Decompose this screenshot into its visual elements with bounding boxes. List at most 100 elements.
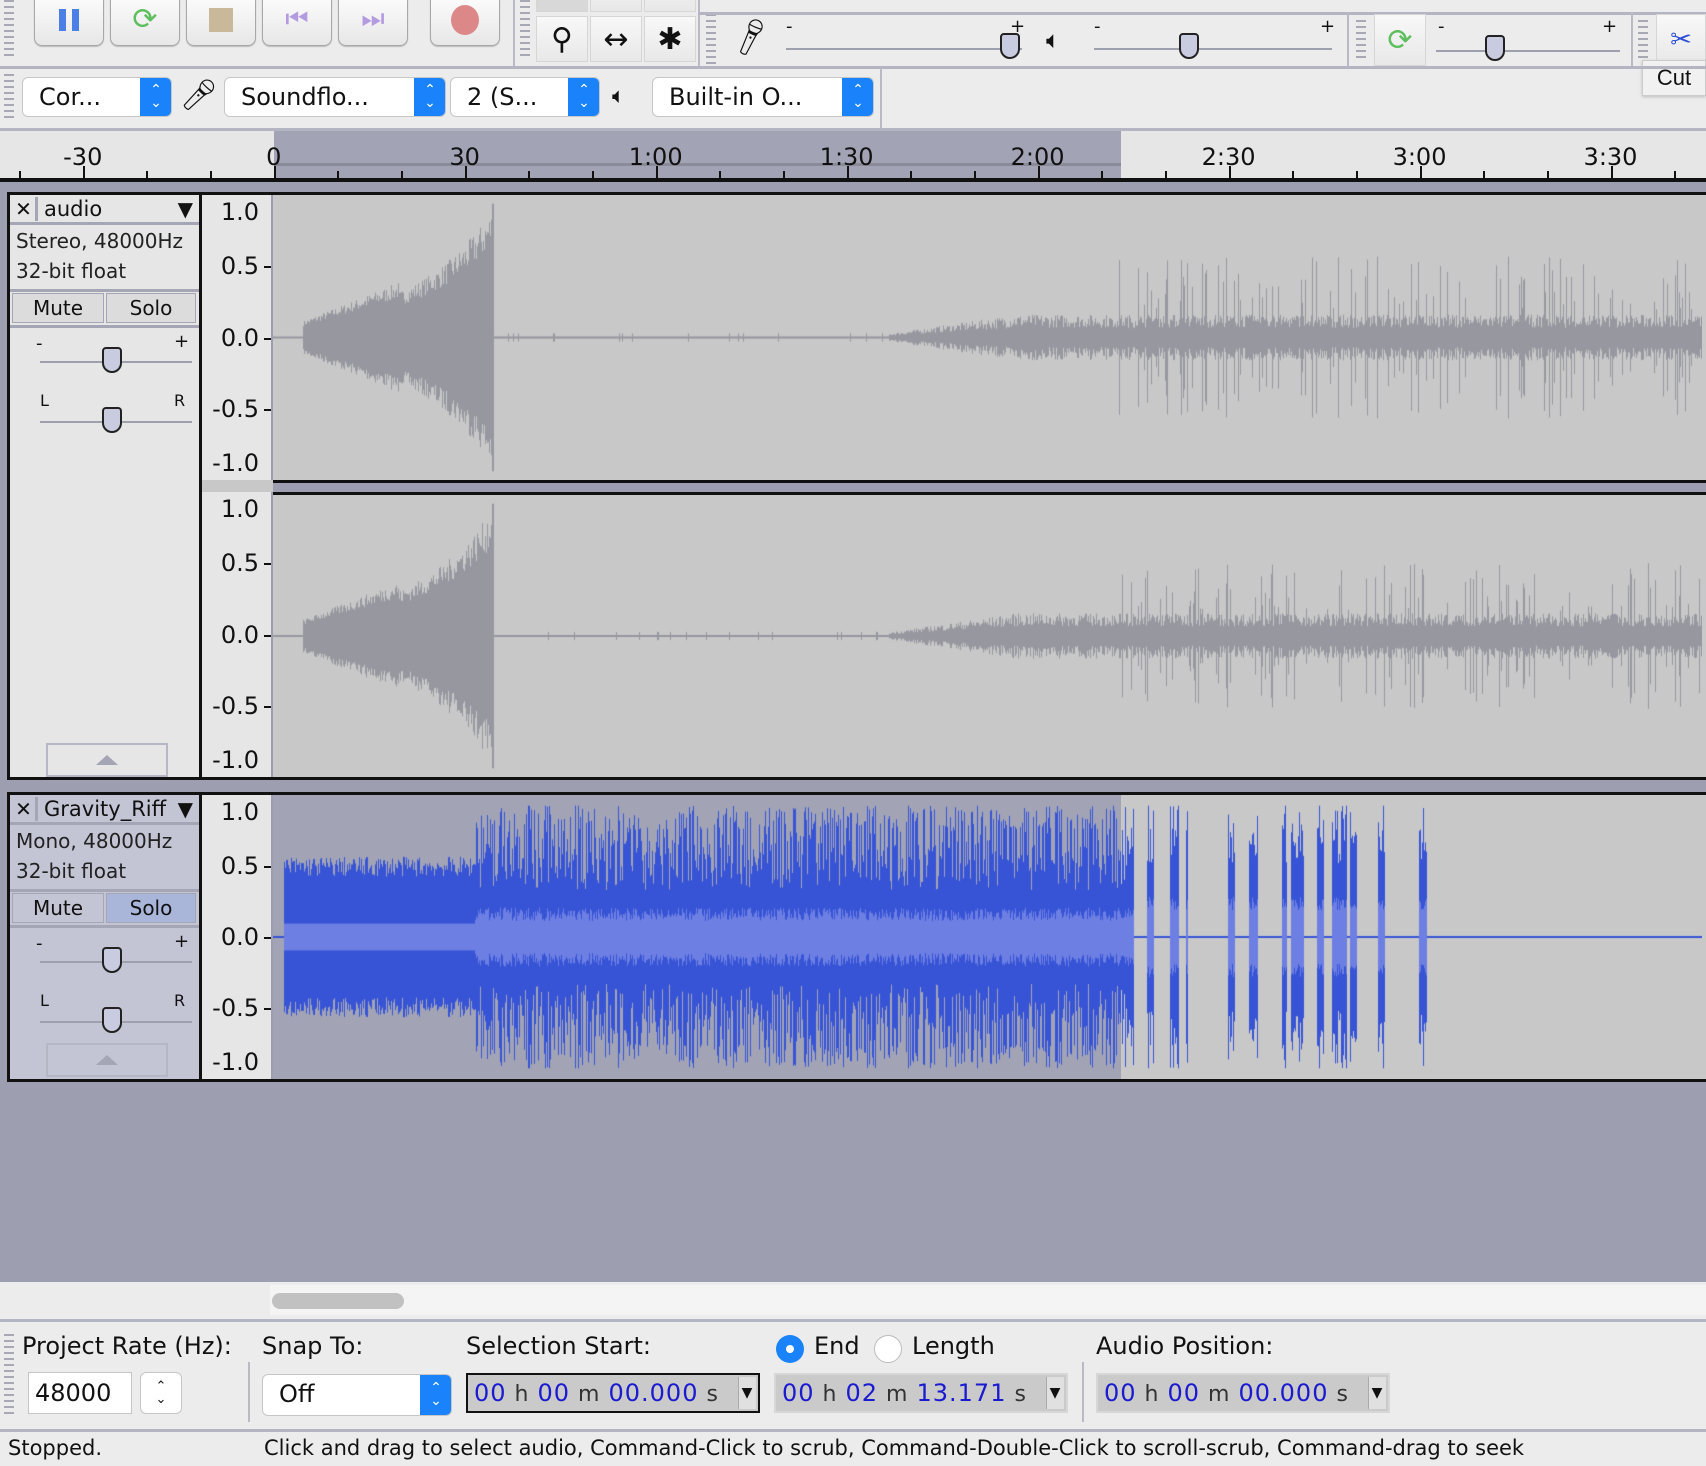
play-speed-thumb[interactable] xyxy=(1484,35,1505,61)
audio-position-field[interactable]: 00 h 00 m 00.000 s ▼ xyxy=(1096,1373,1390,1413)
pan-left-label: L xyxy=(40,991,49,1010)
ruler-tick xyxy=(1419,166,1422,178)
waveform-left-channel[interactable] xyxy=(273,195,1706,480)
horizontal-scrollbar[interactable] xyxy=(0,1283,1706,1319)
gain-slider-thumb[interactable] xyxy=(102,347,122,373)
timeline-ruler[interactable]: -30 0 30 1:00 1:30 2:00 2:30 3:00 3:30 xyxy=(0,128,1706,182)
time-format-dropdown-icon[interactable]: ▼ xyxy=(1046,1377,1064,1409)
record-volume-thumb[interactable] xyxy=(1000,33,1021,59)
loop-icon: ⟳ xyxy=(1387,22,1413,58)
audio-host-select[interactable]: Cor... ⌃ ⌄ xyxy=(22,77,172,117)
divider xyxy=(10,325,199,328)
edit-toolbar-grip[interactable] xyxy=(1638,20,1648,60)
chevron-updown-icon: ⌃ ⌄ xyxy=(140,78,171,116)
gain-plus: + xyxy=(174,331,190,352)
select-tool[interactable] xyxy=(536,0,588,12)
solo-button[interactable]: Solo xyxy=(106,293,196,323)
ruler-tick xyxy=(1292,171,1295,178)
record-icon xyxy=(451,4,479,35)
ruler-tick xyxy=(973,171,976,178)
play-at-speed-button[interactable]: ⟳ xyxy=(1374,14,1426,66)
timeshift-tool[interactable]: ↔ xyxy=(590,16,642,62)
pause-button[interactable] xyxy=(34,0,104,46)
skip-start-button[interactable]: ⏮ xyxy=(262,0,332,46)
tools-toolbar-grip[interactable] xyxy=(520,0,530,58)
track-name-menu[interactable]: Gravity_Riff xyxy=(44,796,166,822)
collapse-track-button[interactable] xyxy=(46,1043,168,1077)
length-radio[interactable] xyxy=(874,1335,902,1363)
timeshift-icon: ↔ xyxy=(603,21,629,57)
playback-volume-minus: - xyxy=(1094,16,1101,37)
track-control-panel[interactable]: ✕ Gravity_Riff ▼ Mono, 48000Hz 32-bit fl… xyxy=(10,795,202,1079)
time-format-dropdown-icon[interactable]: ▼ xyxy=(1368,1377,1386,1409)
pan-slider-thumb[interactable] xyxy=(102,1007,122,1033)
vertical-ruler[interactable]: 1.0 0.5 0.0 -0.5 -1.0 xyxy=(202,492,273,777)
vertical-ruler[interactable]: 1.0 0.5 0.0 -0.5 -1.0 xyxy=(202,795,273,1079)
ruler-tick xyxy=(19,171,22,178)
skip-end-button[interactable]: ⏭ xyxy=(338,0,408,46)
audio-position-label: Audio Position: xyxy=(1096,1332,1274,1360)
waveform-right-channel[interactable] xyxy=(273,495,1706,777)
play-speed-slider[interactable] xyxy=(1436,50,1620,52)
playback-volume-slider[interactable] xyxy=(1094,48,1332,50)
cut-button[interactable]: ✂ xyxy=(1656,14,1706,66)
snap-to-select[interactable]: Off ⌃ ⌄ xyxy=(262,1374,452,1416)
multi-tool[interactable]: ✱ xyxy=(644,16,696,62)
scrollbar-thumb[interactable] xyxy=(272,1293,404,1309)
mixer-toolbar-grip[interactable] xyxy=(706,14,716,64)
record-button[interactable] xyxy=(430,0,500,46)
snap-to-label: Snap To: xyxy=(262,1332,364,1360)
toolbar-separator xyxy=(1347,12,1349,66)
track-audio: ✕ audio ▼ Stereo, 48000Hz 32-bit float M… xyxy=(7,192,1706,780)
close-track-button[interactable]: ✕ xyxy=(12,197,38,221)
vertical-ruler[interactable]: 1.0 0.5 0.0 -0.5 -1.0 xyxy=(202,195,273,480)
track-menu-dropdown-icon[interactable]: ▼ xyxy=(178,197,193,221)
project-rate-input[interactable]: 48000 xyxy=(28,1372,132,1414)
gain-slider-thumb[interactable] xyxy=(102,947,122,973)
mute-button[interactable]: Mute xyxy=(12,293,104,323)
device-toolbar-grip[interactable] xyxy=(4,74,14,122)
pan-slider-thumb[interactable] xyxy=(102,407,122,433)
separator xyxy=(1082,1362,1084,1422)
amplitude-label: 0.5 xyxy=(220,852,259,880)
chevron-down-icon: ⌄ xyxy=(155,1392,167,1407)
channel-gap xyxy=(273,483,1706,492)
playback-volume-thumb[interactable] xyxy=(1179,33,1200,59)
selection-toolbar-grip[interactable] xyxy=(4,1334,14,1414)
draw-tool[interactable] xyxy=(644,0,696,12)
selection-start-label: Selection Start: xyxy=(466,1332,651,1360)
amplitude-label: 1.0 xyxy=(220,198,259,227)
playatspeed-toolbar-grip[interactable] xyxy=(1356,20,1366,60)
mute-button[interactable]: Mute xyxy=(12,893,104,923)
track-menu-dropdown-icon[interactable]: ▼ xyxy=(178,797,193,821)
project-rate-stepper[interactable]: ⌃ ⌄ xyxy=(140,1372,182,1414)
playback-device-select[interactable]: Built-in O... ⌃ ⌄ xyxy=(652,77,874,117)
end-radio[interactable] xyxy=(776,1335,804,1363)
ruler-tick xyxy=(1355,171,1358,178)
transport-toolbar-grip[interactable] xyxy=(4,0,14,58)
record-volume-minus: - xyxy=(786,16,793,37)
solo-button[interactable]: Solo xyxy=(106,893,196,923)
end-label: End xyxy=(814,1332,860,1360)
toolbar-border xyxy=(0,66,1706,69)
time-format-dropdown-icon[interactable]: ▼ xyxy=(738,1377,756,1409)
recording-device-select[interactable]: Soundflo... ⌃ ⌄ xyxy=(224,77,446,117)
speaker-icon: 🔈︎ xyxy=(1046,26,1061,54)
zoom-tool[interactable]: ⚲ xyxy=(536,16,588,62)
recording-channels-select[interactable]: 2 (S... ⌃ ⌄ xyxy=(450,77,600,117)
waveform-mono[interactable] xyxy=(273,795,1706,1079)
scrollbar-trough[interactable] xyxy=(270,1285,1706,1315)
envelope-tool[interactable] xyxy=(590,0,642,12)
stop-button[interactable] xyxy=(186,0,256,46)
record-volume-slider[interactable] xyxy=(786,48,1022,50)
track-title-bar: ✕ Gravity_Riff ▼ xyxy=(10,795,199,825)
selection-start-field[interactable]: 00 h 00 m 00.000 s ▼ xyxy=(466,1373,760,1413)
close-track-button[interactable]: ✕ xyxy=(12,797,38,821)
track-name-menu[interactable]: audio xyxy=(44,196,102,222)
ruler-tick xyxy=(464,166,467,178)
collapse-track-button[interactable] xyxy=(46,743,168,777)
ruler-tick xyxy=(82,166,85,178)
selection-end-field[interactable]: 00 h 02 m 13.171 s ▼ xyxy=(774,1373,1068,1413)
loop-play-button[interactable]: ⟳ xyxy=(110,0,180,46)
track-control-panel[interactable]: ✕ audio ▼ Stereo, 48000Hz 32-bit float M… xyxy=(10,195,202,777)
